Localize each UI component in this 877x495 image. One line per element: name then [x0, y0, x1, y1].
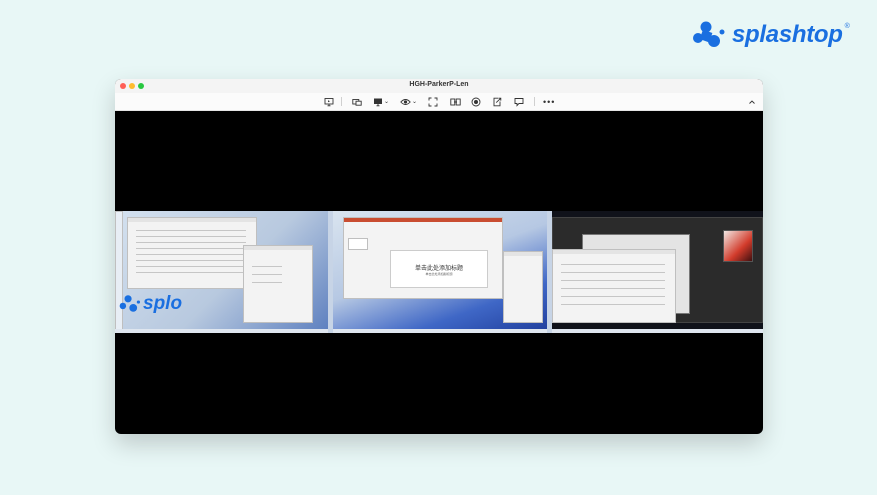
- chevron-down-icon: ⌄: [412, 98, 418, 105]
- chat-icon: [514, 97, 524, 107]
- remote-session-window: HGH-ParkerP-Len ⌄ ⌄ ••• splo 单击此处添加标题 单击…: [115, 79, 763, 434]
- multi-monitor-button[interactable]: ⌄: [373, 96, 389, 107]
- splashtop-logo: splashtop ®: [692, 18, 854, 52]
- multi-monitor-icon: [374, 98, 382, 106]
- slide-thumbnail[interactable]: [348, 238, 368, 250]
- remote-monitor-1[interactable]: splo: [115, 211, 328, 333]
- taskbar[interactable]: [333, 329, 547, 333]
- fullscreen-icon: [428, 97, 438, 106]
- share-icon: [493, 97, 502, 106]
- splashtop-wallpaper-logo: splo: [119, 293, 182, 315]
- file-browser-window[interactable]: [503, 251, 543, 323]
- remote-monitor-3[interactable]: [552, 211, 763, 333]
- share-button[interactable]: [492, 96, 502, 107]
- session-toolbar: ⌄ ⌄ •••: [115, 93, 763, 111]
- control-panel-window[interactable]: [552, 249, 676, 323]
- taskbar[interactable]: [115, 329, 328, 333]
- monitor-icon: [324, 97, 334, 106]
- more-options-button[interactable]: •••: [543, 96, 555, 107]
- title-bar: HGH-ParkerP-Len: [115, 79, 763, 93]
- taskbar[interactable]: [552, 329, 763, 333]
- splashtop-splash-icon: [693, 21, 725, 47]
- brand-name: splashtop: [732, 21, 843, 48]
- remote-desktop-view[interactable]: splo 单击此处添加标题 单击此处添加副标题: [115, 211, 763, 333]
- fullscreen-button[interactable]: [428, 96, 438, 107]
- settings-window[interactable]: [243, 245, 313, 323]
- more-icon: •••: [543, 96, 556, 107]
- color-picker[interactable]: [723, 230, 753, 262]
- monitor-button[interactable]: [324, 96, 334, 107]
- chevron-down-icon: ⌄: [384, 98, 390, 105]
- wallpaper-logo-text: splo: [143, 293, 183, 314]
- chat-button[interactable]: [514, 96, 524, 107]
- view-options-button[interactable]: ⌄: [400, 96, 417, 107]
- slide-canvas[interactable]: 单击此处添加标题 单击此处添加副标题: [390, 250, 488, 288]
- record-button[interactable]: [471, 96, 481, 107]
- collapse-toolbar-button[interactable]: [748, 96, 756, 107]
- remote-monitor-2[interactable]: 单击此处添加标题 单击此处添加副标题: [333, 211, 547, 333]
- switch-screen-icon: [352, 98, 362, 106]
- file-transfer-button[interactable]: [450, 96, 461, 107]
- record-icon: [471, 97, 481, 106]
- chevron-up-icon: [749, 99, 755, 104]
- file-transfer-icon: [450, 98, 461, 105]
- slide-subtitle[interactable]: 单击此处添加副标题: [391, 272, 487, 276]
- file-explorer-window[interactable]: [127, 217, 257, 289]
- slide-title[interactable]: 单击此处添加标题: [391, 263, 487, 272]
- registered-mark: ®: [844, 22, 850, 30]
- window-title: HGH-ParkerP-Len: [409, 81, 469, 88]
- eye-icon: [400, 98, 411, 105]
- splashtop-splash-icon: [119, 295, 141, 312]
- switch-screen-button[interactable]: [352, 96, 362, 107]
- presentation-window[interactable]: 单击此处添加标题 单击此处添加副标题: [343, 217, 503, 299]
